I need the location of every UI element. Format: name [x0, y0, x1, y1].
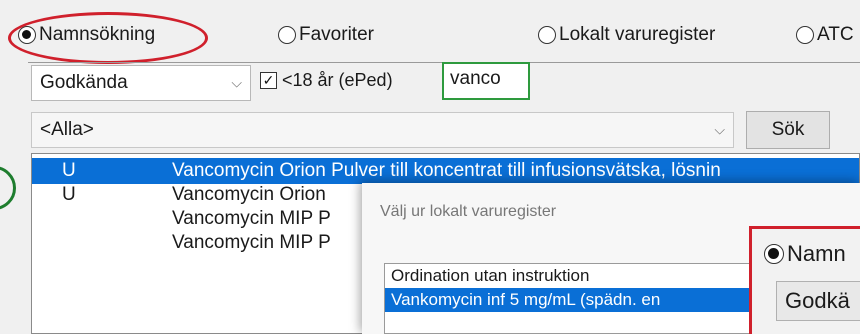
- category-dropdown[interactable]: <Alla> ⌵: [31, 112, 734, 148]
- approval-dropdown[interactable]: Godkä: [776, 281, 860, 321]
- search-input[interactable]: vanco: [442, 62, 530, 100]
- favorites-radio[interactable]: Favoriter: [278, 24, 374, 46]
- atc-radio[interactable]: ATC: [796, 24, 854, 46]
- radio-unchecked-icon: [796, 26, 814, 44]
- panel-radio-label: Namn: [787, 241, 846, 266]
- callout-circle-marker: [0, 166, 16, 210]
- item-name: Vancomycin Orion Pulver till koncentrat …: [172, 160, 721, 181]
- radio-unchecked-icon: [538, 26, 556, 44]
- checkbox-checked-icon: ✓: [260, 72, 277, 89]
- under18-label: <18 år (ePed): [282, 70, 393, 90]
- item-name: Vancomycin Orion: [172, 184, 326, 205]
- item-code: U: [62, 160, 76, 181]
- name-search-highlight: [8, 12, 208, 64]
- radio-unchecked-icon: [278, 26, 296, 44]
- approval-dropdown[interactable]: Godkända ⌵: [31, 65, 251, 101]
- category-value: <Alla>: [40, 119, 94, 140]
- approval-value: Godkända: [40, 72, 128, 93]
- item-name: Vancomycin MIP P: [172, 232, 331, 253]
- name-search-radio[interactable]: Namn: [764, 241, 846, 267]
- zoomed-inset-panel: Namn Godkä: [749, 226, 860, 334]
- panel-combo-value: Godkä: [785, 288, 850, 313]
- dialog-title: Välj ur lokalt varuregister: [380, 203, 557, 220]
- local-register-radio[interactable]: Lokalt varuregister: [538, 24, 715, 46]
- atc-label: ATC: [817, 24, 854, 45]
- search-button[interactable]: Sök: [746, 111, 830, 149]
- radio-checked-icon: [764, 244, 784, 264]
- favorites-label: Favoriter: [299, 24, 374, 45]
- chevron-down-icon: ⌵: [231, 74, 242, 91]
- item-name: Vancomycin MIP P: [172, 208, 331, 229]
- local-register-label: Lokalt varuregister: [559, 24, 716, 45]
- chevron-down-icon: ⌵: [714, 121, 725, 138]
- under18-checkbox[interactable]: ✓ <18 år (ePed): [260, 70, 393, 91]
- item-code: U: [62, 184, 76, 205]
- search-input-value: vanco: [450, 68, 501, 89]
- list-item[interactable]: U Vancomycin Orion Pulver till koncentra…: [32, 158, 859, 184]
- search-button-label: Sök: [771, 119, 805, 140]
